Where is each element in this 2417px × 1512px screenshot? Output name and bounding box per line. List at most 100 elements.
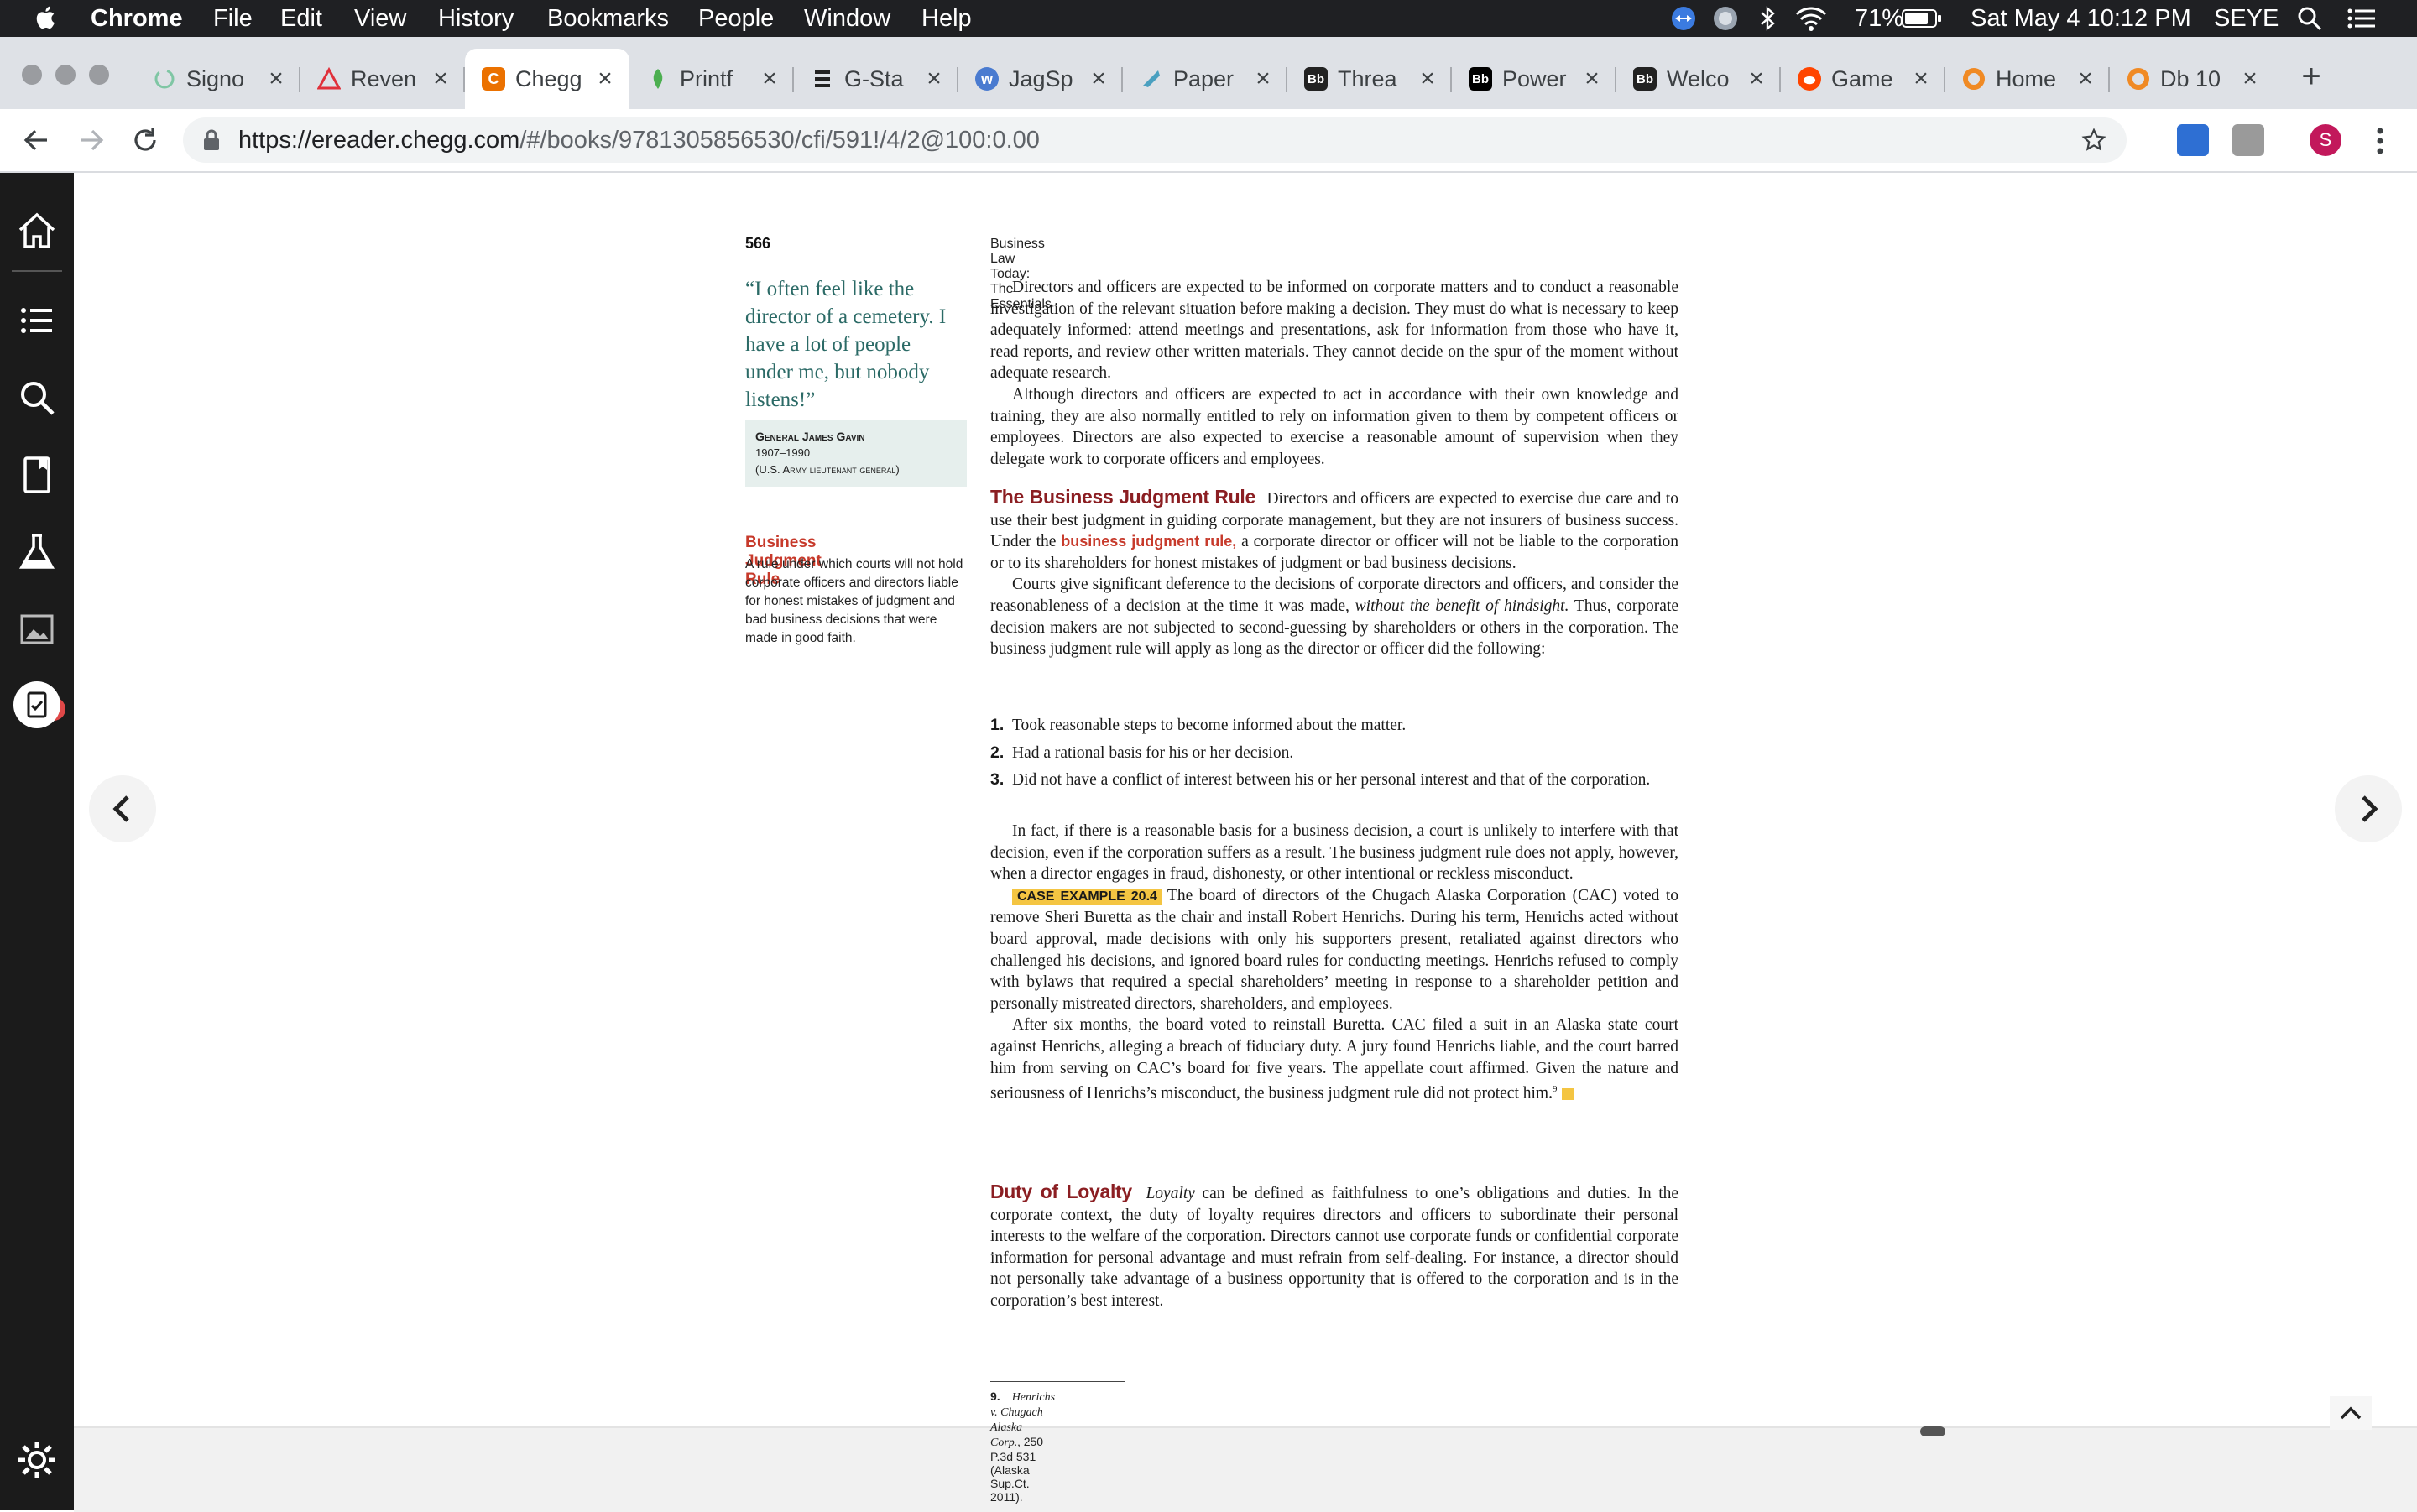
tab-close-icon[interactable]: × bbox=[1908, 65, 1934, 93]
extension-key-icon[interactable] bbox=[2177, 124, 2209, 156]
tab-title: Power bbox=[1502, 65, 1567, 91]
menu-history[interactable]: History bbox=[438, 3, 514, 34]
section-heading: Duty of Loyalty bbox=[990, 1181, 1132, 1202]
globe-icon[interactable] bbox=[1712, 5, 1739, 32]
case-end-marker bbox=[1562, 1088, 1574, 1101]
section-business-judgment-rule: The Business Judgment Rule Directors and… bbox=[990, 486, 1678, 660]
profile-avatar[interactable]: S bbox=[2310, 124, 2341, 156]
tab-close-icon[interactable]: × bbox=[2237, 65, 2263, 93]
bb-favicon: Bb bbox=[1633, 67, 1657, 91]
home-icon[interactable] bbox=[12, 206, 62, 257]
teamviewer-icon[interactable] bbox=[1670, 5, 1697, 32]
settings-gear-icon[interactable] bbox=[12, 1435, 62, 1485]
paragraph: After six months, the board voted to rei… bbox=[990, 1016, 1678, 1103]
url-text[interactable]: https://ereader.chegg.com/#/books/978130… bbox=[238, 117, 1040, 163]
case-example-label: CASE EXAMPLE 20.4 bbox=[1012, 888, 1162, 905]
search-icon[interactable] bbox=[12, 373, 62, 423]
footnote: 9. Henrichs v. Chugach Alaska Corp., 250 … bbox=[990, 1389, 1056, 1504]
body-paragraphs-case: In fact, if there is a reasonable basis … bbox=[990, 821, 1678, 1104]
tab-home[interactable]: Home × bbox=[1945, 49, 2110, 109]
window-zoom-button[interactable] bbox=[89, 65, 109, 85]
table-of-contents-icon[interactable] bbox=[12, 295, 62, 346]
margin-glossary-definition: A rule under which courts will not hold … bbox=[745, 557, 963, 645]
menu-help[interactable]: Help bbox=[921, 3, 972, 34]
page-scroll-thumb[interactable] bbox=[1920, 1426, 1945, 1436]
tab-close-icon[interactable]: × bbox=[1579, 65, 1605, 93]
user-name[interactable]: SEYE bbox=[2214, 3, 2279, 34]
tab-close-icon[interactable]: × bbox=[1250, 65, 1276, 93]
margin-quote: “I often feel like the director of a cem… bbox=[745, 278, 947, 411]
tab-game[interactable]: Game × bbox=[1781, 49, 1945, 109]
bookmark-page-icon[interactable] bbox=[12, 450, 62, 500]
assignment-checklist-icon[interactable] bbox=[12, 680, 62, 730]
tab-close-icon[interactable]: × bbox=[1744, 65, 1769, 93]
extension-k-icon[interactable] bbox=[2232, 124, 2264, 156]
menu-edit[interactable]: Edit bbox=[280, 3, 322, 34]
tab-close-icon[interactable]: × bbox=[593, 65, 618, 93]
new-tab-button[interactable]: + bbox=[2293, 55, 2330, 97]
tab-title: JagSp bbox=[1009, 65, 1073, 91]
menu-bookmarks[interactable]: Bookmarks bbox=[547, 3, 669, 34]
more-menu-icon[interactable] bbox=[2372, 123, 2388, 159]
tab-paper[interactable]: Paper × bbox=[1123, 49, 1287, 109]
tab-reven[interactable]: Reven × bbox=[300, 49, 465, 109]
collapse-chevron-up-icon[interactable] bbox=[2330, 1396, 2372, 1430]
apple-icon[interactable] bbox=[32, 3, 60, 32]
menu-chrome[interactable]: Chrome bbox=[91, 3, 183, 34]
section-duty-of-loyalty: Duty of Loyalty Loyalty can be defined a… bbox=[990, 1181, 1678, 1312]
warning-triangle-favicon bbox=[317, 67, 341, 91]
paragraph: In fact, if there is a reasonable basis … bbox=[990, 822, 1678, 884]
menu-people[interactable]: People bbox=[698, 3, 774, 34]
life-ring-favicon bbox=[2127, 67, 2150, 91]
back-arrow-icon[interactable] bbox=[18, 123, 54, 158]
tab-threa[interactable]: Bb Threa × bbox=[1287, 49, 1452, 109]
tab-jagsp[interactable]: w JagSp × bbox=[958, 49, 1123, 109]
menu-view[interactable]: View bbox=[354, 3, 406, 34]
tab-signo[interactable]: Signo × bbox=[136, 49, 300, 109]
bluetooth-icon[interactable] bbox=[1757, 5, 1778, 32]
notification-center-icon[interactable] bbox=[2347, 5, 2377, 32]
window-minimize-button[interactable] bbox=[55, 65, 76, 85]
menu-window[interactable]: Window bbox=[804, 3, 890, 34]
forward-arrow-icon[interactable] bbox=[74, 123, 109, 158]
tab-chegg-active[interactable]: C Chegg × bbox=[465, 49, 629, 109]
tab-welco[interactable]: Bb Welco × bbox=[1616, 49, 1781, 109]
tab-title: Game bbox=[1831, 65, 1893, 91]
tab-g-star[interactable]: G-Sta × bbox=[794, 49, 958, 109]
next-page-arrow-icon[interactable] bbox=[2335, 775, 2402, 842]
tab-close-icon[interactable]: × bbox=[757, 65, 782, 93]
tab-title: Home bbox=[1996, 65, 2057, 91]
tab-close-icon[interactable]: × bbox=[264, 65, 289, 93]
glossary-term[interactable]: business judgment rule, bbox=[1061, 533, 1236, 550]
tab-close-icon[interactable]: × bbox=[1415, 65, 1440, 93]
tab-close-icon[interactable]: × bbox=[1086, 65, 1111, 93]
tab-power[interactable]: Bb Power × bbox=[1452, 49, 1616, 109]
footnote-ref[interactable]: 9 bbox=[1553, 1084, 1558, 1094]
reload-icon[interactable] bbox=[128, 123, 163, 158]
spotlight-search-icon[interactable] bbox=[2296, 5, 2323, 32]
tab-close-icon[interactable]: × bbox=[921, 65, 947, 93]
clock[interactable]: Sat May 4 10:12 PM bbox=[1971, 3, 2191, 34]
lock-icon[interactable] bbox=[201, 129, 222, 151]
paper-favicon bbox=[1140, 67, 1163, 91]
printf-favicon bbox=[646, 67, 670, 91]
image-gallery-icon[interactable] bbox=[12, 604, 62, 654]
battery-icon[interactable] bbox=[1902, 8, 1942, 29]
wifi-icon[interactable] bbox=[1794, 5, 1828, 32]
g-star-favicon bbox=[811, 67, 834, 91]
menu-file[interactable]: File bbox=[213, 3, 253, 34]
browser-tab-strip: Signo × Reven × C Chegg × Printf × G-Sta… bbox=[0, 37, 2417, 109]
previous-page-arrow-icon[interactable] bbox=[89, 775, 156, 842]
tab-close-icon[interactable]: × bbox=[2073, 65, 2098, 93]
reddit-favicon bbox=[1798, 67, 1821, 91]
tab-db10[interactable]: Db 10 × bbox=[2110, 49, 2274, 109]
tab-close-icon[interactable]: × bbox=[428, 65, 453, 93]
life-ring-favicon bbox=[1962, 67, 1986, 91]
tab-printf[interactable]: Printf × bbox=[629, 49, 794, 109]
reader-sidebar: 1 bbox=[0, 173, 74, 1510]
bookmark-star-icon[interactable] bbox=[2081, 128, 2106, 153]
window-close-button[interactable] bbox=[22, 65, 42, 85]
address-bar[interactable]: https://ereader.chegg.com/#/books/978130… bbox=[183, 117, 2127, 163]
flask-icon[interactable] bbox=[12, 527, 62, 577]
reader-footer-bar bbox=[74, 1426, 2417, 1512]
